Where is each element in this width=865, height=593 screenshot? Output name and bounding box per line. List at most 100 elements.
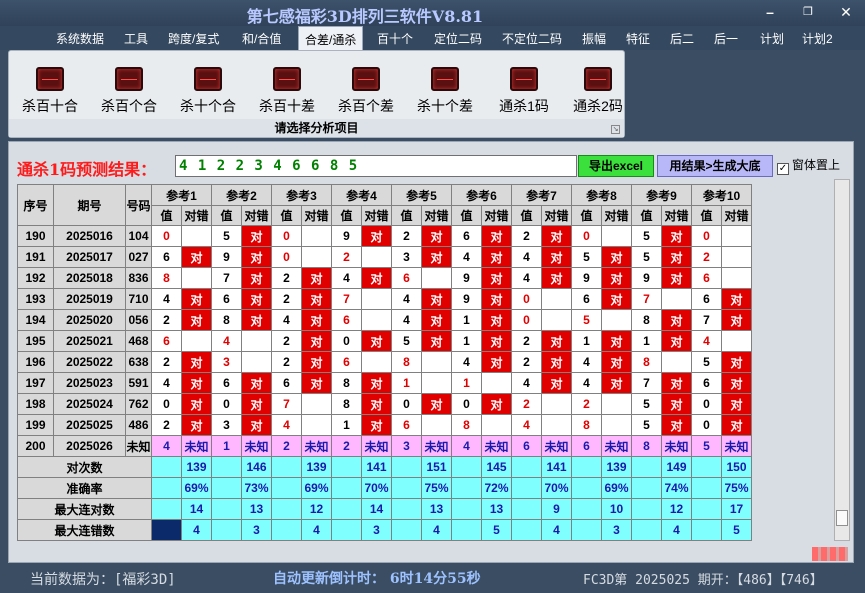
cell-result-hit: 对	[481, 309, 512, 331]
col-header-ref[interactable]: 参考10	[691, 184, 752, 206]
cell-result-hit: 对	[601, 288, 632, 310]
menu-item-6[interactable]: 定位二码	[434, 30, 482, 47]
ribbon-button-6[interactable]: 通杀1码	[488, 67, 560, 116]
table-row[interactable]: 197 2025023 591 4 对 6 对 6 对 8 对 1 1 4 对 4 对 7 对 6 对	[17, 372, 752, 394]
subheader-value: 值	[631, 205, 662, 226]
generate-base-button[interactable]: 用结果>生成大底	[657, 155, 773, 177]
cell-value: 4	[571, 351, 602, 373]
cell-result-hit: 对	[541, 246, 572, 268]
subheader-result: 对错	[241, 205, 272, 226]
cell-value: 8	[331, 372, 362, 394]
stats-spacer	[511, 477, 542, 499]
menu-item-9[interactable]: 特征	[626, 30, 650, 47]
stats-value: 4	[661, 519, 692, 541]
menu-item-8[interactable]: 振幅	[582, 30, 606, 47]
stats-spacer	[391, 477, 422, 499]
menu-item-12[interactable]: 计划	[760, 30, 784, 47]
stats-value: 75%	[721, 477, 752, 499]
menu-item-10[interactable]: 后二	[670, 30, 694, 47]
table-row[interactable]: 192 2025018 836 8 7 对 2 对 4 对 6 9 对 4 对 9 对 9 对 6	[17, 267, 752, 289]
cell-value: 4	[451, 351, 482, 373]
cell-number: 027	[125, 246, 152, 268]
col-header-ref[interactable]: 参考7	[511, 184, 572, 206]
scroll-thumb[interactable]	[836, 510, 848, 526]
cell-result-hit: 对	[601, 267, 632, 289]
cell-result-hit: 对	[241, 309, 272, 331]
ribbon-button-1[interactable]: 杀百个合	[93, 67, 165, 116]
cell-result-hit: 对	[241, 246, 272, 268]
menu-item-5[interactable]: 百十个	[377, 30, 413, 47]
table-row[interactable]: 196 2025022 638 2 对 3 2 对 6 8 4 对 2 对 4 对 8 5 对	[17, 351, 752, 373]
menu-item-1[interactable]: 工具	[124, 30, 148, 47]
col-header-ref[interactable]: 参考4	[331, 184, 392, 206]
minimize-icon[interactable]: –	[758, 2, 782, 22]
cell-result-hit: 对	[481, 351, 512, 373]
menu-item-4[interactable]: 合差/通杀	[298, 26, 364, 50]
table-row[interactable]: 195 2025021 468 6 4 2 对 0 对 5 对 1 对 2 对 1 对 1 对 4	[17, 330, 752, 352]
cell-result-hit: 对	[301, 309, 332, 331]
menu-item-3[interactable]: 和/合值	[242, 30, 281, 47]
cell-value: 4	[391, 288, 422, 310]
col-header-ref[interactable]: 参考2	[211, 184, 272, 206]
close-icon[interactable]: ✕	[834, 2, 858, 22]
col-header-ref[interactable]: 参考8	[571, 184, 632, 206]
col-header-ref[interactable]: 参考1	[151, 184, 212, 206]
cell-value: 2	[331, 435, 362, 457]
menu-item-7[interactable]: 不定位二码	[502, 30, 562, 47]
ribbon-button-0[interactable]: 杀百十合	[14, 67, 86, 116]
table-row[interactable]: 199 2025025 486 2 对 3 对 4 1 对 6 8 4 8 5 对 0 对	[17, 414, 752, 436]
cell-value: 4	[271, 414, 302, 436]
col-header-ref[interactable]: 参考6	[451, 184, 512, 206]
ribbon-button-4[interactable]: 杀百个差	[330, 67, 402, 116]
table-row[interactable]: 198 2025024 762 0 对 0 对 7 8 对 0 对 0 对 2 2 5 对 0 对	[17, 393, 752, 415]
cell-value: 5	[691, 351, 722, 373]
stats-spacer	[691, 498, 722, 520]
cell-result-hit: 对	[481, 288, 512, 310]
col-header-ref[interactable]: 参考9	[631, 184, 692, 206]
cell-result-hit: 对	[481, 267, 512, 289]
prediction-result-field[interactable]: 4 1 2 2 3 4 6 6 8 5	[175, 155, 577, 177]
stats-value: 10	[601, 498, 632, 520]
topmost-checkbox[interactable]: ✓ 窗体置上	[777, 156, 840, 175]
checkbox-icon[interactable]: ✓	[777, 163, 789, 175]
dialog-launcher-icon[interactable]: ↘	[611, 125, 620, 134]
stats-row: 最大连对数 14 13 12 14 13 13 9 10 12 17	[17, 498, 752, 520]
restore-icon[interactable]: ❐	[796, 2, 820, 22]
menu-item-11[interactable]: 后一	[714, 30, 738, 47]
cell-value: 0	[331, 330, 362, 352]
table-row[interactable]: 194 2025020 056 2 对 8 对 4 对 6 4 对 1 对 0 5 8 对 7 对	[17, 309, 752, 331]
stats-spacer	[271, 456, 302, 478]
cell-value: 6	[451, 225, 482, 247]
vertical-scrollbar[interactable]	[834, 179, 850, 541]
ribbon-button-7[interactable]: 通杀2码	[562, 67, 634, 116]
stats-value: 4	[301, 519, 332, 541]
ribbon-button-5[interactable]: 杀十个差	[409, 67, 481, 116]
menu-item-2[interactable]: 跨度/复式	[168, 30, 219, 47]
export-excel-button[interactable]: 导出excel	[578, 155, 654, 177]
cell-value: 7	[631, 372, 662, 394]
col-header-ref[interactable]: 参考5	[391, 184, 452, 206]
stats-row: 对次数 139 146 139 141 151 145 141 139 149 150	[17, 456, 752, 478]
pending-row[interactable]: 200 2025026 未知 4 未知 1 未知 2 未知 2 未知 3 未知 4 未知 6 未知 6 未知 8 未知 5…	[17, 435, 752, 457]
stats-spacer	[391, 519, 422, 541]
cell-result-unknown: 未知	[421, 435, 452, 457]
cell-result-unknown: 未知	[361, 435, 392, 457]
cell-result-unknown: 未知	[541, 435, 572, 457]
stats-value: 12	[661, 498, 692, 520]
table-row[interactable]: 191 2025017 027 6 对 9 对 0 2 3 对 4 对 4 对 5 对 5 对 2	[17, 246, 752, 268]
cell-result-hit: 对	[661, 372, 692, 394]
stats-value: 141	[361, 456, 392, 478]
menu-item-0[interactable]: 系统数据	[56, 30, 104, 47]
cell-result-hit: 对	[481, 225, 512, 247]
ribbon-button-2[interactable]: 杀十个合	[172, 67, 244, 116]
table-row[interactable]: 190 2025016 104 0 5 对 0 9 对 2 对 6 对 2 对 0 5 对 0	[17, 225, 752, 247]
stats-spacer	[391, 498, 422, 520]
col-header-ref[interactable]: 参考3	[271, 184, 332, 206]
menu-item-13[interactable]: 计划2	[802, 30, 833, 47]
title-bar: 第七感福彩3D排列三软件V8.81 – ❐ ✕	[0, 0, 865, 26]
cell-value: 6	[511, 435, 542, 457]
ribbon-button-3[interactable]: 杀百十差	[251, 67, 323, 116]
stats-value: 69%	[181, 477, 212, 499]
table-row[interactable]: 193 2025019 710 4 对 6 对 2 对 7 4 对 9 对 0 6 对 7 6 对	[17, 288, 752, 310]
cell-result-miss	[601, 309, 632, 331]
